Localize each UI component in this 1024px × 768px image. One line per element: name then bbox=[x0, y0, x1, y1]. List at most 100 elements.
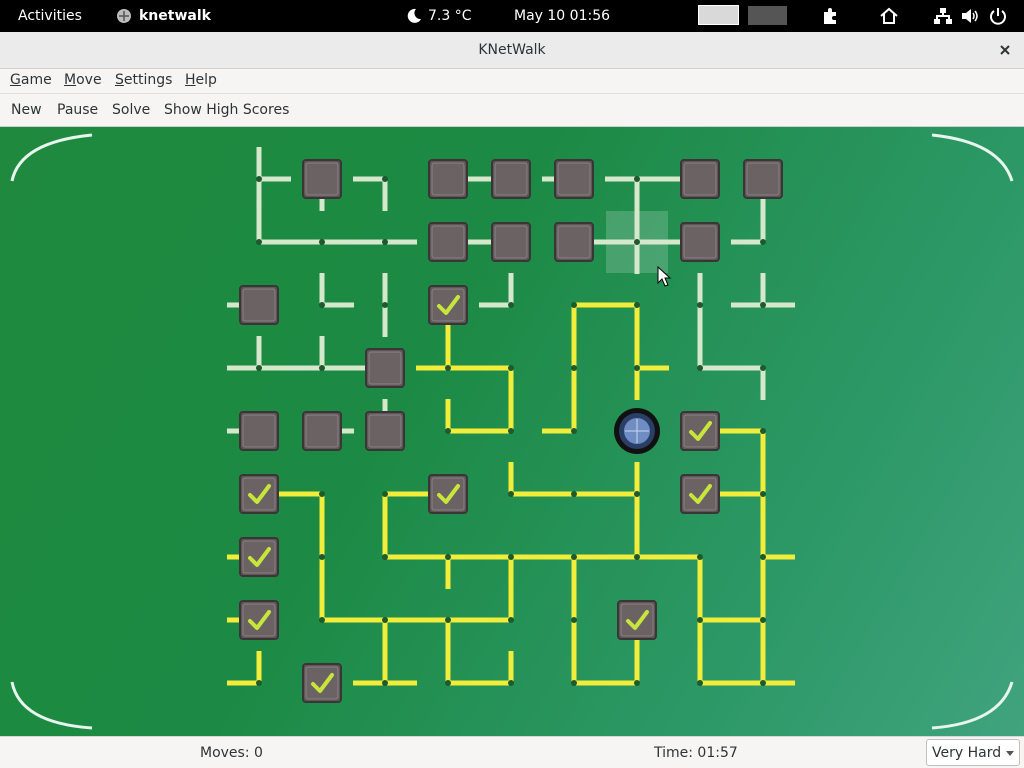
computer-connected[interactable] bbox=[680, 411, 720, 451]
computer-connected[interactable] bbox=[680, 474, 720, 514]
extensions-icon[interactable] bbox=[820, 6, 840, 26]
computer-disconnected[interactable] bbox=[239, 411, 279, 451]
cable-tile[interactable] bbox=[605, 462, 640, 526]
cable-tile[interactable] bbox=[731, 428, 766, 463]
computer-connected[interactable] bbox=[428, 474, 468, 514]
cable-tile[interactable] bbox=[353, 176, 388, 211]
menu-move[interactable]: Move bbox=[64, 72, 102, 88]
game-board[interactable] bbox=[0, 127, 1024, 736]
cable-tile[interactable] bbox=[697, 273, 703, 337]
cable-tile[interactable] bbox=[605, 176, 669, 211]
cable-tile[interactable] bbox=[256, 210, 291, 245]
cable-tile[interactable] bbox=[353, 651, 417, 686]
computer-connected[interactable] bbox=[617, 600, 657, 640]
cable-tile[interactable] bbox=[731, 588, 766, 652]
cable-tile[interactable] bbox=[227, 651, 262, 686]
cable-tile[interactable] bbox=[479, 588, 514, 623]
computer-disconnected[interactable] bbox=[680, 159, 720, 199]
weather-label[interactable]: 7.3 °C bbox=[428, 0, 472, 32]
cable-tile[interactable] bbox=[697, 588, 732, 652]
high-scores-button[interactable]: Show High Scores bbox=[164, 102, 289, 118]
activities-button[interactable]: Activities bbox=[18, 0, 82, 32]
computer-connected[interactable] bbox=[239, 600, 279, 640]
cable-tile[interactable] bbox=[416, 336, 480, 371]
computer-connected[interactable] bbox=[428, 285, 468, 325]
computer-disconnected[interactable] bbox=[554, 159, 594, 199]
workspace-2-thumbnail[interactable] bbox=[748, 6, 787, 25]
cable-tile[interactable] bbox=[445, 651, 480, 686]
computer-disconnected[interactable] bbox=[491, 159, 531, 199]
home-icon[interactable] bbox=[879, 6, 899, 26]
computer-disconnected[interactable] bbox=[302, 411, 342, 451]
network-icon[interactable] bbox=[933, 6, 953, 26]
computer-disconnected[interactable] bbox=[365, 348, 405, 388]
cable-tile[interactable] bbox=[319, 273, 354, 308]
cable-tile[interactable] bbox=[605, 651, 640, 686]
cable-tile[interactable] bbox=[445, 399, 480, 434]
cable-tile[interactable] bbox=[542, 491, 606, 497]
volume-icon[interactable] bbox=[960, 6, 980, 26]
cable-tile[interactable] bbox=[319, 588, 354, 623]
cable-tile[interactable] bbox=[731, 210, 766, 245]
cable-tile[interactable] bbox=[542, 399, 577, 434]
cable-tile[interactable] bbox=[256, 147, 291, 211]
cable-tile[interactable] bbox=[542, 554, 606, 589]
computer-disconnected[interactable] bbox=[491, 222, 531, 262]
computer-disconnected[interactable] bbox=[365, 411, 405, 451]
cable-tile[interactable] bbox=[634, 336, 669, 400]
difficulty-select[interactable]: Very Hard bbox=[926, 739, 1020, 766]
cable-tile[interactable] bbox=[731, 273, 795, 308]
cable-tile[interactable] bbox=[479, 651, 514, 686]
cable-tile[interactable] bbox=[760, 525, 795, 589]
cable-tile[interactable] bbox=[508, 462, 543, 497]
app-menu[interactable]: knetwalk bbox=[139, 0, 211, 32]
workspace-1-thumbnail[interactable] bbox=[698, 5, 739, 25]
cable-tile[interactable] bbox=[382, 525, 417, 560]
cable-tile[interactable] bbox=[382, 491, 417, 526]
cable-tile[interactable] bbox=[382, 273, 388, 337]
cable-tile[interactable] bbox=[290, 239, 354, 245]
computer-disconnected[interactable] bbox=[554, 222, 594, 262]
cable-tile[interactable] bbox=[571, 336, 577, 400]
computer-disconnected[interactable] bbox=[302, 159, 342, 199]
solve-button[interactable]: Solve bbox=[112, 102, 150, 118]
cable-tile[interactable] bbox=[697, 336, 732, 371]
cable-tile[interactable] bbox=[605, 525, 669, 560]
cable-tile[interactable] bbox=[571, 651, 606, 686]
clock[interactable]: May 10 01:56 bbox=[514, 0, 610, 32]
cable-tile[interactable] bbox=[479, 365, 514, 400]
network-grid[interactable] bbox=[0, 127, 1024, 736]
cable-tile[interactable] bbox=[416, 554, 480, 589]
cable-tile[interactable] bbox=[353, 617, 417, 652]
pause-button[interactable]: Pause bbox=[57, 102, 98, 118]
menu-settings[interactable]: Settings bbox=[115, 72, 172, 88]
cable-tile[interactable] bbox=[571, 302, 606, 337]
cable-tile[interactable] bbox=[479, 273, 514, 308]
computer-disconnected[interactable] bbox=[680, 222, 720, 262]
computer-disconnected[interactable] bbox=[239, 285, 279, 325]
server-node[interactable] bbox=[614, 408, 660, 454]
cable-tile[interactable] bbox=[290, 336, 354, 371]
cable-tile[interactable] bbox=[731, 365, 766, 400]
computer-connected[interactable] bbox=[302, 663, 342, 703]
cable-tile[interactable] bbox=[290, 491, 325, 526]
power-icon[interactable] bbox=[988, 6, 1008, 26]
new-game-button[interactable]: New bbox=[11, 102, 42, 118]
computer-connected[interactable] bbox=[239, 537, 279, 577]
computer-disconnected[interactable] bbox=[428, 222, 468, 262]
cable-tile[interactable] bbox=[319, 525, 325, 589]
cable-tile[interactable] bbox=[479, 554, 543, 589]
menu-help[interactable]: Help bbox=[185, 72, 217, 88]
computer-connected[interactable] bbox=[239, 474, 279, 514]
cable-tile[interactable] bbox=[697, 651, 732, 686]
cable-tile[interactable] bbox=[731, 462, 766, 526]
cable-tile[interactable] bbox=[227, 336, 291, 371]
computer-disconnected[interactable] bbox=[743, 159, 783, 199]
computer-disconnected[interactable] bbox=[428, 159, 468, 199]
cable-tile[interactable] bbox=[353, 239, 417, 245]
cable-tile[interactable] bbox=[416, 617, 480, 652]
cable-tile[interactable] bbox=[571, 588, 577, 652]
cable-tile[interactable] bbox=[668, 554, 703, 589]
menu-game[interactable]: Game bbox=[10, 72, 52, 88]
cable-tile[interactable] bbox=[479, 399, 514, 434]
